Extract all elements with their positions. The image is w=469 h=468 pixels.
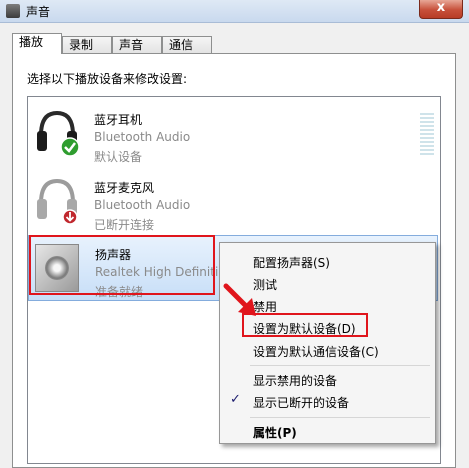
device-status: 已断开连接 bbox=[94, 218, 155, 232]
device-description: Bluetooth Audio bbox=[94, 130, 191, 144]
tab-recording[interactable]: 录制 bbox=[62, 36, 112, 53]
device-status: 默认设备 bbox=[94, 150, 143, 164]
speaker-app-icon bbox=[6, 4, 20, 18]
headphones-icon bbox=[37, 110, 80, 157]
window-title: 声音 bbox=[26, 5, 51, 19]
instruction-text: 选择以下播放设备来修改设置: bbox=[27, 72, 188, 86]
menu-item-properties[interactable]: 属性(P) bbox=[253, 424, 297, 441]
menu-separator bbox=[250, 365, 430, 366]
menu-item-configure-speakers[interactable]: 配置扬声器(S) bbox=[253, 254, 330, 271]
device-item-bluetooth-microphone[interactable]: 蓝牙麦克风 Bluetooth Audio 已断开连接 bbox=[28, 169, 438, 235]
green-check-icon bbox=[60, 137, 80, 157]
tab-communications[interactable]: 通信 bbox=[162, 36, 212, 53]
annotation-highlight-speaker bbox=[29, 235, 215, 295]
tab-playback[interactable]: 播放 bbox=[12, 33, 62, 54]
title-bar: 声音 x bbox=[0, 0, 469, 23]
annotation-arrow-icon bbox=[223, 283, 256, 316]
device-name: 蓝牙麦克风 bbox=[94, 181, 155, 195]
menu-item-show-disabled-devices[interactable]: 显示禁用的设备 bbox=[253, 372, 337, 389]
close-button[interactable]: x bbox=[419, 0, 463, 19]
headphones-icon bbox=[37, 178, 78, 225]
device-item-bluetooth-headset[interactable]: 蓝牙耳机 Bluetooth Audio 默认设备 bbox=[28, 101, 438, 167]
device-name: 蓝牙耳机 bbox=[94, 113, 143, 127]
context-menu: 配置扬声器(S) 测试 禁用 设置为默认设备(D) 设置为默认通信设备(C) 显… bbox=[219, 242, 436, 444]
checkmark-icon: ✓ bbox=[230, 392, 241, 407]
tab-sounds[interactable]: 声音 bbox=[112, 36, 162, 53]
device-description: Bluetooth Audio bbox=[94, 198, 191, 212]
volume-level-meter bbox=[420, 113, 434, 157]
menu-item-show-disconnected-devices[interactable]: 显示已断开的设备 bbox=[253, 394, 349, 411]
menu-item-set-default-communication-device[interactable]: 设置为默认通信设备(C) bbox=[253, 343, 379, 360]
menu-separator bbox=[250, 417, 430, 418]
